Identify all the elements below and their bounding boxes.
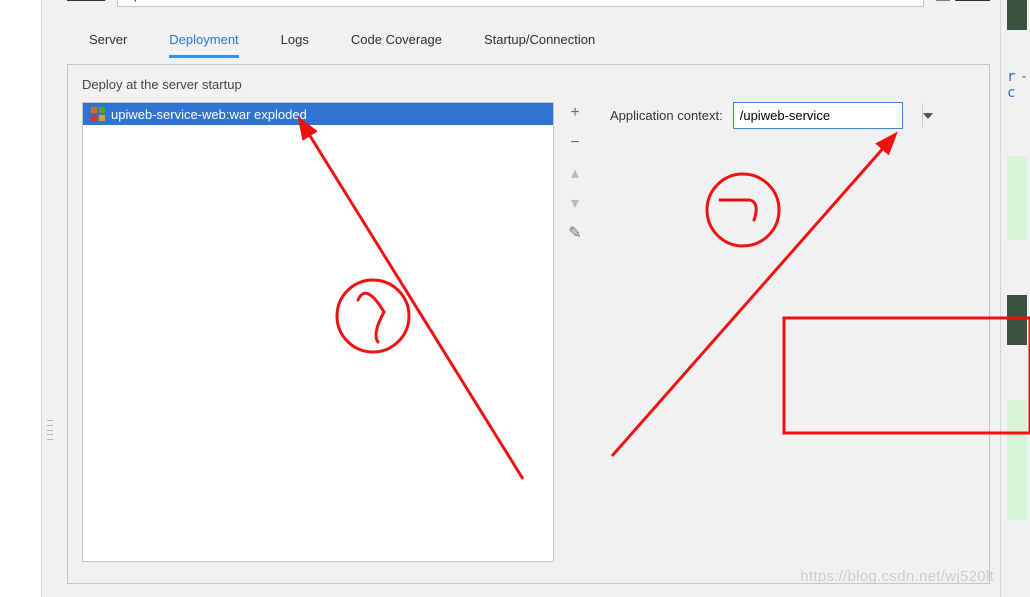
add-button[interactable]: + <box>566 104 584 122</box>
move-up-button[interactable]: ▴ <box>566 164 584 182</box>
application-context-input[interactable] <box>734 103 922 128</box>
application-context-label: Application context: <box>610 102 723 123</box>
tab-server[interactable]: Server <box>89 32 127 58</box>
deployment-panel: Deploy at the server startup upiweb-serv… <box>67 64 990 584</box>
edit-button[interactable]: ✎ <box>566 224 584 242</box>
dialog-main: Name: Share Server Deployment Logs Code … <box>57 0 1000 597</box>
tab-code-coverage[interactable]: Code Coverage <box>351 32 442 58</box>
tab-bar: Server Deployment Logs Code Coverage Sta… <box>67 18 990 58</box>
share-checkbox[interactable]: Share <box>936 0 990 2</box>
tab-logs[interactable]: Logs <box>281 32 309 58</box>
move-down-button[interactable]: ▾ <box>566 194 584 212</box>
tab-deployment[interactable]: Deployment <box>169 32 238 58</box>
tab-startup-connection[interactable]: Startup/Connection <box>484 32 595 58</box>
artifact-icon <box>91 107 105 121</box>
overview-ruler: r - c <box>1000 0 1030 597</box>
share-label: Share <box>955 0 990 2</box>
drag-handle[interactable] <box>47 420 53 440</box>
remove-button[interactable]: − <box>566 134 584 152</box>
list-toolbar: + − ▴ ▾ ✎ <box>564 102 586 242</box>
name-label: Name: <box>67 0 105 2</box>
artifact-item[interactable]: upiweb-service-web:war exploded <box>83 103 553 125</box>
deploy-section-label: Deploy at the server startup <box>82 77 975 92</box>
chevron-down-icon[interactable] <box>922 103 933 128</box>
watermark: https://blog.csdn.net/wj520lt <box>800 568 994 585</box>
artifact-text: upiweb-service-web:war exploded <box>111 107 307 122</box>
config-name-input[interactable] <box>117 0 924 7</box>
application-context-combo[interactable] <box>733 102 903 129</box>
checkbox-icon <box>936 0 950 1</box>
artifact-list[interactable]: upiweb-service-web:war exploded <box>82 102 554 562</box>
fold-marker: r - c <box>1007 69 1027 101</box>
